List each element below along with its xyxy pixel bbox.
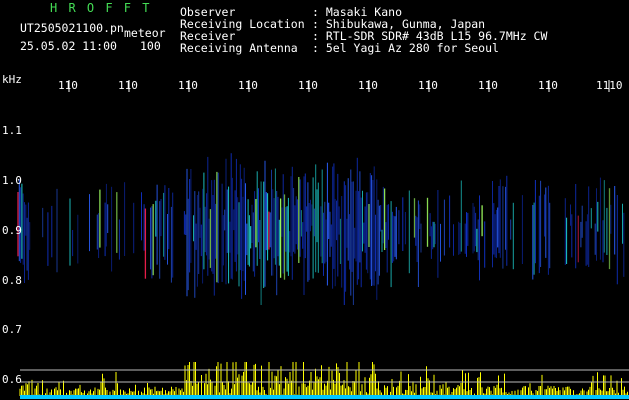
time-tick-label: 110 xyxy=(178,79,198,92)
app-title: H R O F F T xyxy=(50,1,152,15)
time-tick-label: 110 xyxy=(58,79,78,92)
freq-tick-label: 0.7 xyxy=(2,323,22,336)
antenna-label: Receiving Antenna xyxy=(180,41,298,55)
time-tick-label: 110 xyxy=(118,79,138,92)
time-tick-label: 110 xyxy=(418,79,438,92)
freq-tick-label: 1.1 xyxy=(2,124,22,137)
spectrogram-plot xyxy=(17,80,629,399)
time-tick-marks xyxy=(68,80,610,92)
count-value: 100 xyxy=(140,39,161,53)
freq-tick-label: 0.6 xyxy=(2,373,22,386)
time-tick-label: 110 xyxy=(238,79,258,92)
freq-tick-label: 0.9 xyxy=(2,224,22,237)
hrofft-screen: H R O F F T UT2505021100.pn meteor 25.05… xyxy=(0,0,629,400)
antenna-value: : 5el Yagi Az 280 for Seoul xyxy=(312,41,499,55)
time-tick-label: 110 xyxy=(358,79,378,92)
amplitude-bars xyxy=(19,362,628,396)
mode-label: meteor xyxy=(124,26,166,40)
time-tick-label: 110 xyxy=(538,79,558,92)
echo-streaks xyxy=(17,153,625,305)
freq-tick-label: 1.0 xyxy=(2,174,22,187)
time-tick-label: 110 xyxy=(298,79,318,92)
freq-tick-label: 0.8 xyxy=(2,274,22,287)
freq-axis-unit: kHz xyxy=(2,73,22,86)
date-time: 25.05.02 11:00 xyxy=(20,39,117,53)
time-tick-label: 110 xyxy=(478,79,498,92)
file-name: UT2505021100.pn xyxy=(20,21,124,35)
time-tick-label: 1110 xyxy=(596,79,623,92)
